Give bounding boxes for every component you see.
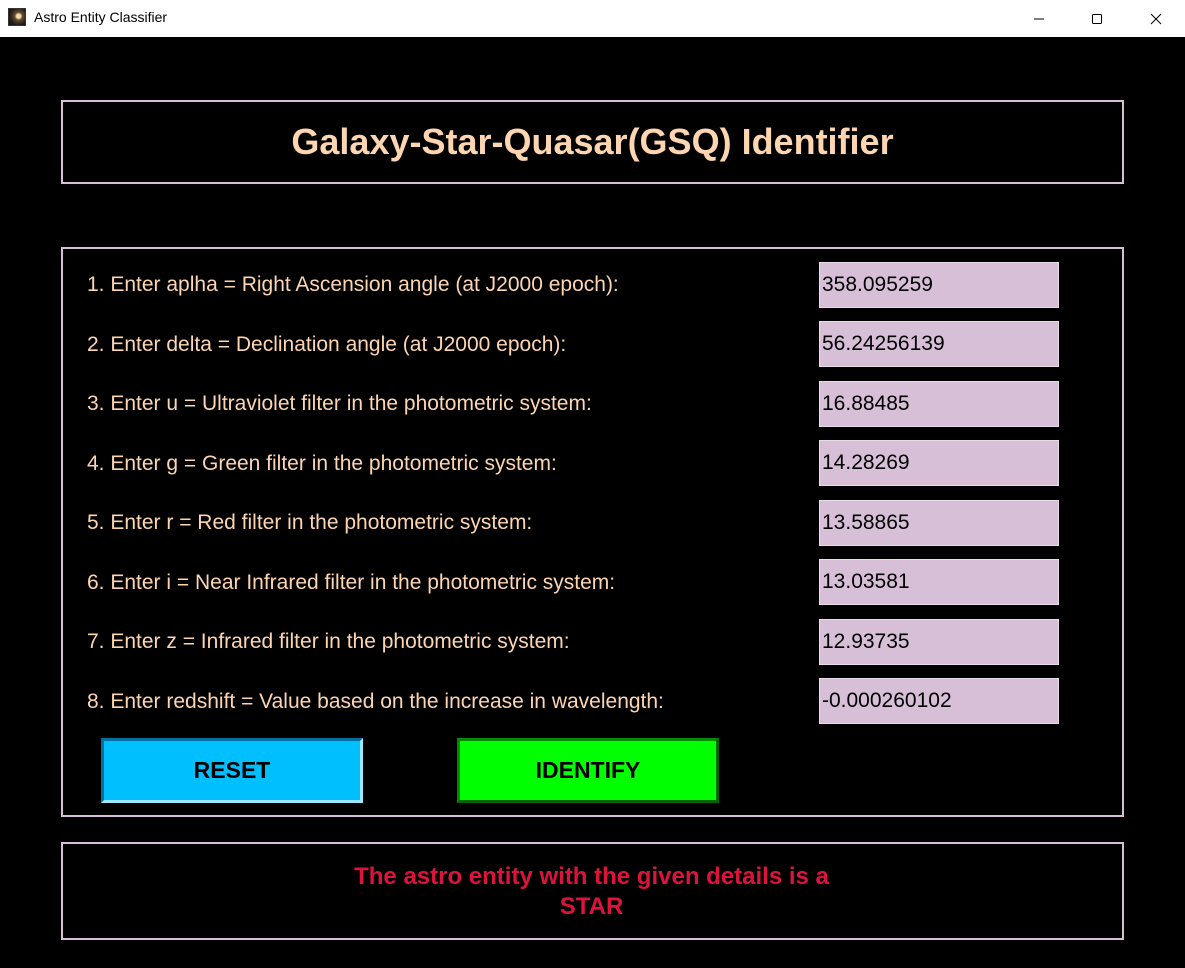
field-label-alpha: 1. Enter aplha = Right Ascension angle (… — [87, 273, 619, 296]
identify-button[interactable]: IDENTIFY — [457, 738, 719, 803]
reset-button-label: RESET — [193, 757, 271, 783]
i-filter-input[interactable] — [819, 559, 1059, 605]
field-label-i: 6. Enter i = Near Infrared filter in the… — [87, 571, 616, 594]
field-label-r: 5. Enter r = Red filter in the photometr… — [87, 511, 533, 534]
result-panel: The astro entity with the given details … — [61, 842, 1124, 940]
field-label-delta: 2. Enter delta = Declination angle (at J… — [87, 333, 567, 356]
minimize-button[interactable] — [1010, 0, 1068, 37]
header-panel: Galaxy-Star-Quasar(GSQ) Identifier — [61, 100, 1124, 184]
close-button[interactable] — [1127, 0, 1185, 37]
identify-button-label: IDENTIFY — [535, 757, 641, 783]
maximize-icon — [1092, 13, 1102, 24]
field-label-z: 7. Enter z = Infrared filter in the phot… — [87, 630, 570, 653]
result-entity-type: STAR — [559, 893, 624, 920]
maximize-button[interactable] — [1068, 0, 1126, 37]
reset-button[interactable]: RESET — [101, 738, 363, 803]
page-title: Galaxy-Star-Quasar(GSQ) Identifier — [291, 121, 894, 162]
close-icon — [1150, 13, 1162, 24]
alpha-input[interactable] — [819, 262, 1059, 308]
result-message: The astro entity with the given details … — [63, 862, 1120, 922]
galaxy-app-icon — [8, 8, 26, 26]
redshift-input[interactable] — [819, 678, 1059, 724]
input-form-panel: 1. Enter aplha = Right Ascension angle (… — [61, 247, 1124, 817]
window-titlebar: Astro Entity Classifier — [0, 0, 1185, 37]
field-label-redshift: 8. Enter redshift = Value based on the i… — [87, 690, 664, 713]
result-line-1: The astro entity with the given details … — [354, 863, 829, 890]
z-filter-input[interactable] — [819, 619, 1059, 665]
delta-input[interactable] — [819, 321, 1059, 367]
field-label-g: 4. Enter g = Green filter in the photome… — [87, 452, 557, 475]
window-title: Astro Entity Classifier — [34, 9, 168, 25]
r-filter-input[interactable] — [819, 500, 1059, 546]
u-filter-input[interactable] — [819, 381, 1059, 427]
app-content: Galaxy-Star-Quasar(GSQ) Identifier 1. En… — [0, 37, 1185, 968]
field-label-u: 3. Enter u = Ultraviolet filter in the p… — [87, 392, 592, 415]
g-filter-input[interactable] — [819, 440, 1059, 486]
minimize-icon — [1034, 18, 1044, 19]
